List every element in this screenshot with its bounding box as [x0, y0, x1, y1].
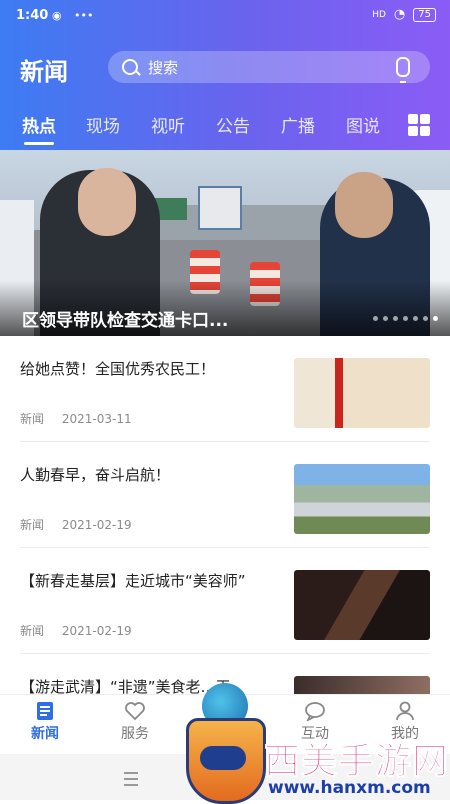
grid-menu-icon[interactable]: [408, 114, 430, 136]
carousel-dot[interactable]: [403, 316, 408, 321]
watermark-text: 西美手游网: [263, 741, 450, 783]
carousel-dot[interactable]: [383, 316, 388, 321]
news-meta: 新闻 2021-03-11: [20, 410, 146, 427]
page-title: 新闻: [20, 58, 68, 86]
headline-carousel[interactable]: 区领导带队检查交通卡口...: [0, 150, 450, 336]
nav-service[interactable]: 服务: [100, 701, 170, 743]
list-item[interactable]: 【新春走基层】走近城市“美容师” 新闻 2021-02-19: [0, 548, 450, 654]
search-placeholder: 搜索: [148, 59, 179, 77]
gamepad-icon: [200, 746, 246, 770]
news-title[interactable]: 人勤春早，奋斗启航！: [20, 464, 282, 485]
heart-icon: [125, 702, 145, 721]
status-bar: 1:40 ◉ ••• HD ◔ 75: [0, 0, 450, 32]
news-title[interactable]: 给她点赞！全国优秀农民工！: [20, 358, 282, 379]
news-meta: 新闻 2021-02-19: [20, 516, 146, 533]
menu-icon[interactable]: [124, 772, 138, 786]
carousel-dot[interactable]: [423, 316, 428, 321]
tab-notice[interactable]: 公告: [216, 112, 250, 137]
news-thumbnail[interactable]: [294, 676, 430, 694]
tab-video[interactable]: 视听: [151, 112, 185, 137]
microphone-icon[interactable]: [396, 57, 410, 83]
news-category: 新闻: [20, 624, 45, 638]
status-indicator-icon: ◉: [52, 9, 62, 22]
battery-icon: 75: [413, 7, 436, 22]
carousel-dot[interactable]: [413, 316, 418, 321]
news-date: 2021-02-19: [61, 624, 132, 638]
tab-gallery[interactable]: 图说: [346, 112, 380, 137]
app-header: 1:40 ◉ ••• HD ◔ 75 新闻 搜索 热点 现场 视听 公告 广播 …: [0, 0, 450, 150]
news-thumbnail[interactable]: [294, 358, 430, 428]
news-list: 给她点赞！全国优秀农民工！ 新闻 2021-03-11 人勤春早，奋斗启航！ 新…: [0, 336, 450, 694]
status-time: 1:40: [16, 8, 49, 23]
signal-icon: HD: [372, 9, 386, 20]
wifi-icon: ◔: [393, 7, 406, 22]
category-tabs: 热点 现场 视听 公告 广播 图说: [0, 110, 450, 146]
news-icon: [37, 702, 53, 720]
news-meta: 新闻 2021-02-19: [20, 622, 146, 639]
news-date: 2021-02-19: [61, 518, 132, 532]
watermark-url: www.hanxm.com: [268, 778, 431, 798]
banner-photo-figure: [335, 172, 393, 238]
news-thumbnail[interactable]: [294, 570, 430, 640]
list-item[interactable]: 人勤春早，奋斗启航！ 新闻 2021-02-19: [0, 442, 450, 548]
nav-news[interactable]: 新闻: [10, 701, 80, 743]
top-bar: 新闻 搜索: [0, 44, 450, 90]
watermark: 西美手游网 www.hanxm.com: [186, 694, 450, 804]
news-title[interactable]: 【新春走基层】走近城市“美容师”: [20, 570, 282, 591]
tab-scene[interactable]: 现场: [86, 112, 120, 137]
news-category: 新闻: [20, 518, 45, 532]
search-icon: [122, 59, 138, 75]
banner-photo-booth: [198, 186, 242, 230]
banner-title[interactable]: 区领导带队检查交通卡口...: [22, 306, 228, 331]
news-category: 新闻: [20, 412, 45, 426]
carousel-dots: [373, 316, 438, 321]
news-thumbnail[interactable]: [294, 464, 430, 534]
carousel-dot[interactable]: [433, 316, 438, 321]
carousel-dot[interactable]: [393, 316, 398, 321]
list-item[interactable]: 给她点赞！全国优秀农民工！ 新闻 2021-03-11: [0, 336, 450, 442]
carousel-dot[interactable]: [373, 316, 378, 321]
tab-hot[interactable]: 热点: [22, 112, 56, 137]
banner-photo-figure: [78, 168, 136, 236]
nav-label: 服务: [121, 726, 149, 742]
nav-label: 新闻: [31, 726, 59, 742]
tab-radio[interactable]: 广播: [281, 112, 315, 137]
active-tab-indicator: [24, 142, 54, 145]
search-bar[interactable]: 搜索: [108, 51, 430, 83]
news-date: 2021-03-11: [61, 412, 132, 426]
status-dots: •••: [74, 9, 94, 22]
